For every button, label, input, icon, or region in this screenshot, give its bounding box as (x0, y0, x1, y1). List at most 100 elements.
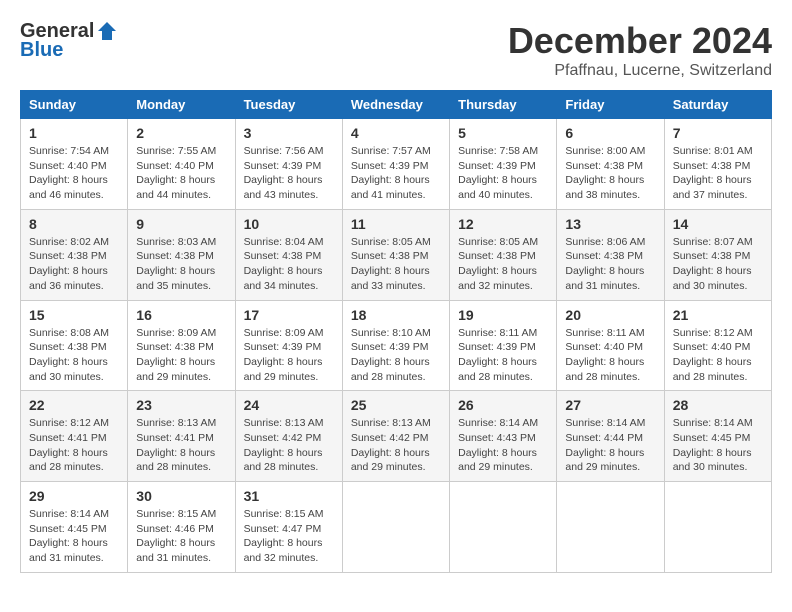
day-number: 15 (29, 307, 119, 323)
sunset-label: Sunset: 4:45 PM (29, 523, 107, 535)
daylight-label: Daylight: 8 hours and 28 minutes. (244, 447, 323, 474)
calendar-week-5: 29 Sunrise: 8:14 AM Sunset: 4:45 PM Dayl… (21, 482, 772, 573)
page-header: General Blue December 2024 Pfaffnau, Luc… (20, 20, 772, 80)
day-number: 14 (673, 216, 763, 232)
sunset-label: Sunset: 4:38 PM (29, 250, 107, 262)
sunset-label: Sunset: 4:43 PM (458, 432, 536, 444)
calendar-cell (664, 482, 771, 573)
day-number: 23 (136, 397, 226, 413)
daylight-label: Daylight: 8 hours and 30 minutes. (673, 447, 752, 474)
calendar-cell: 30 Sunrise: 8:15 AM Sunset: 4:46 PM Dayl… (128, 482, 235, 573)
sunset-label: Sunset: 4:39 PM (458, 341, 536, 353)
daylight-label: Daylight: 8 hours and 31 minutes. (29, 537, 108, 564)
day-number: 26 (458, 397, 548, 413)
day-info: Sunrise: 8:15 AM Sunset: 4:46 PM Dayligh… (136, 507, 226, 566)
sunrise-label: Sunrise: 8:00 AM (565, 145, 645, 157)
sunset-label: Sunset: 4:38 PM (244, 250, 322, 262)
sunset-label: Sunset: 4:38 PM (351, 250, 429, 262)
day-number: 9 (136, 216, 226, 232)
header-monday: Monday (128, 91, 235, 119)
day-info: Sunrise: 8:05 AM Sunset: 4:38 PM Dayligh… (458, 235, 548, 294)
day-number: 17 (244, 307, 334, 323)
sunrise-label: Sunrise: 8:14 AM (565, 417, 645, 429)
calendar-cell: 29 Sunrise: 8:14 AM Sunset: 4:45 PM Dayl… (21, 482, 128, 573)
sunrise-label: Sunrise: 8:11 AM (458, 327, 537, 339)
day-number: 22 (29, 397, 119, 413)
calendar-cell: 31 Sunrise: 8:15 AM Sunset: 4:47 PM Dayl… (235, 482, 342, 573)
sunset-label: Sunset: 4:46 PM (136, 523, 214, 535)
day-info: Sunrise: 7:56 AM Sunset: 4:39 PM Dayligh… (244, 144, 334, 203)
sunrise-label: Sunrise: 7:58 AM (458, 145, 538, 157)
calendar-cell: 26 Sunrise: 8:14 AM Sunset: 4:43 PM Dayl… (450, 391, 557, 482)
day-info: Sunrise: 8:13 AM Sunset: 4:41 PM Dayligh… (136, 416, 226, 475)
sunset-label: Sunset: 4:38 PM (673, 160, 751, 172)
day-info: Sunrise: 8:09 AM Sunset: 4:39 PM Dayligh… (244, 326, 334, 385)
daylight-label: Daylight: 8 hours and 44 minutes. (136, 174, 215, 201)
title-block: December 2024 Pfaffnau, Lucerne, Switzer… (508, 20, 772, 80)
sunrise-label: Sunrise: 8:09 AM (244, 327, 324, 339)
day-info: Sunrise: 8:06 AM Sunset: 4:38 PM Dayligh… (565, 235, 655, 294)
sunrise-label: Sunrise: 7:56 AM (244, 145, 324, 157)
sunrise-label: Sunrise: 8:11 AM (565, 327, 644, 339)
calendar-cell: 5 Sunrise: 7:58 AM Sunset: 4:39 PM Dayli… (450, 119, 557, 210)
sunrise-label: Sunrise: 8:10 AM (351, 327, 431, 339)
sunset-label: Sunset: 4:40 PM (136, 160, 214, 172)
daylight-label: Daylight: 8 hours and 38 minutes. (565, 174, 644, 201)
calendar-cell: 1 Sunrise: 7:54 AM Sunset: 4:40 PM Dayli… (21, 119, 128, 210)
sunset-label: Sunset: 4:40 PM (565, 341, 643, 353)
sunset-label: Sunset: 4:42 PM (244, 432, 322, 444)
calendar-cell (557, 482, 664, 573)
day-number: 3 (244, 125, 334, 141)
sunset-label: Sunset: 4:39 PM (244, 160, 322, 172)
day-info: Sunrise: 7:55 AM Sunset: 4:40 PM Dayligh… (136, 144, 226, 203)
day-number: 20 (565, 307, 655, 323)
sunset-label: Sunset: 4:45 PM (673, 432, 751, 444)
day-number: 11 (351, 216, 441, 232)
day-number: 4 (351, 125, 441, 141)
sunset-label: Sunset: 4:39 PM (244, 341, 322, 353)
daylight-label: Daylight: 8 hours and 29 minutes. (458, 447, 537, 474)
sunset-label: Sunset: 4:38 PM (565, 160, 643, 172)
calendar-table: SundayMondayTuesdayWednesdayThursdayFrid… (20, 90, 772, 573)
sunset-label: Sunset: 4:38 PM (458, 250, 536, 262)
sunrise-label: Sunrise: 8:05 AM (458, 236, 538, 248)
calendar-cell: 10 Sunrise: 8:04 AM Sunset: 4:38 PM Dayl… (235, 209, 342, 300)
daylight-label: Daylight: 8 hours and 34 minutes. (244, 265, 323, 292)
sunset-label: Sunset: 4:44 PM (565, 432, 643, 444)
header-wednesday: Wednesday (342, 91, 449, 119)
daylight-label: Daylight: 8 hours and 29 minutes. (565, 447, 644, 474)
day-number: 6 (565, 125, 655, 141)
sunrise-label: Sunrise: 8:04 AM (244, 236, 324, 248)
daylight-label: Daylight: 8 hours and 32 minutes. (244, 537, 323, 564)
calendar-cell: 16 Sunrise: 8:09 AM Sunset: 4:38 PM Dayl… (128, 300, 235, 391)
sunset-label: Sunset: 4:38 PM (136, 341, 214, 353)
day-info: Sunrise: 8:12 AM Sunset: 4:40 PM Dayligh… (673, 326, 763, 385)
day-info: Sunrise: 8:10 AM Sunset: 4:39 PM Dayligh… (351, 326, 441, 385)
sunset-label: Sunset: 4:38 PM (565, 250, 643, 262)
sunset-label: Sunset: 4:39 PM (351, 160, 429, 172)
header-tuesday: Tuesday (235, 91, 342, 119)
day-number: 30 (136, 488, 226, 504)
sunset-label: Sunset: 4:38 PM (136, 250, 214, 262)
header-friday: Friday (557, 91, 664, 119)
calendar-cell: 23 Sunrise: 8:13 AM Sunset: 4:41 PM Dayl… (128, 391, 235, 482)
day-number: 1 (29, 125, 119, 141)
day-number: 7 (673, 125, 763, 141)
day-number: 8 (29, 216, 119, 232)
daylight-label: Daylight: 8 hours and 29 minutes. (244, 356, 323, 383)
day-number: 29 (29, 488, 119, 504)
day-number: 19 (458, 307, 548, 323)
day-info: Sunrise: 8:09 AM Sunset: 4:38 PM Dayligh… (136, 326, 226, 385)
sunrise-label: Sunrise: 8:12 AM (673, 327, 753, 339)
sunrise-label: Sunrise: 8:13 AM (244, 417, 324, 429)
sunrise-label: Sunrise: 8:05 AM (351, 236, 431, 248)
sunrise-label: Sunrise: 8:12 AM (29, 417, 109, 429)
day-info: Sunrise: 8:04 AM Sunset: 4:38 PM Dayligh… (244, 235, 334, 294)
day-number: 21 (673, 307, 763, 323)
daylight-label: Daylight: 8 hours and 30 minutes. (29, 356, 108, 383)
sunrise-label: Sunrise: 8:08 AM (29, 327, 109, 339)
sunrise-label: Sunrise: 8:14 AM (673, 417, 753, 429)
daylight-label: Daylight: 8 hours and 36 minutes. (29, 265, 108, 292)
day-info: Sunrise: 8:11 AM Sunset: 4:40 PM Dayligh… (565, 326, 655, 385)
day-number: 5 (458, 125, 548, 141)
